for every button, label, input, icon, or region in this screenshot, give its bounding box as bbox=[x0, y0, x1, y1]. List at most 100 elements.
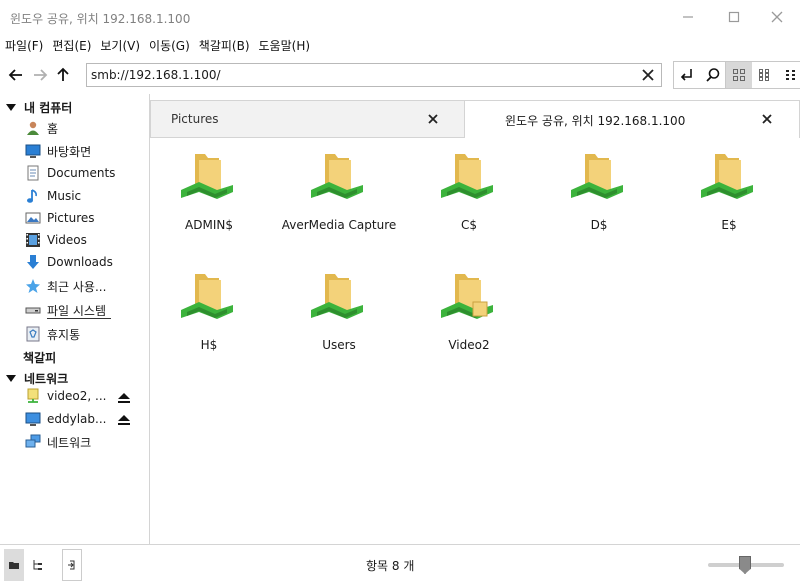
videos-icon bbox=[26, 233, 40, 247]
sidebar-item-desktop[interactable]: 바탕화면 bbox=[25, 141, 145, 161]
go-button[interactable] bbox=[674, 62, 700, 88]
file-item[interactable]: AverMedia Capture bbox=[274, 138, 404, 238]
file-item[interactable]: E$ bbox=[664, 138, 794, 238]
sidebar-item-music[interactable]: Music bbox=[25, 186, 145, 206]
close-window-button[interactable] bbox=[757, 4, 797, 30]
title-bar: 윈도우 공유, 위치 192.168.1.100 bbox=[0, 0, 800, 34]
section-label: 책갈피 bbox=[23, 351, 57, 365]
network-folder-icon bbox=[701, 154, 753, 199]
desktop-icon bbox=[25, 144, 41, 158]
tab-bar: Pictures 윈도우 공유, 위치 192.168.1.100 bbox=[150, 100, 800, 138]
menu-bookmarks[interactable]: 책갈피(B) bbox=[194, 34, 254, 56]
arrow-right-icon bbox=[34, 69, 48, 81]
list-view-button[interactable] bbox=[752, 62, 778, 88]
status-bar: 항목 8 개 bbox=[0, 544, 800, 582]
arrow-left-icon bbox=[8, 69, 22, 81]
sidebar-item-videos[interactable]: Videos bbox=[25, 230, 145, 250]
file-name: ADMIN$ bbox=[185, 218, 233, 232]
menu-file[interactable]: 파일(F) bbox=[0, 34, 47, 56]
sidebar-item-home[interactable]: 홈 bbox=[25, 118, 145, 138]
file-item[interactable]: Users bbox=[274, 258, 404, 358]
maximize-button[interactable] bbox=[714, 4, 754, 30]
tree-icon bbox=[33, 560, 42, 570]
enter-icon bbox=[680, 69, 692, 81]
selection-underline bbox=[47, 318, 111, 319]
documents-icon bbox=[27, 165, 39, 181]
sidebar-item-filesystem[interactable]: 파일 시스템 bbox=[25, 300, 145, 320]
toggle-sidebar-button[interactable] bbox=[62, 549, 82, 581]
forward-button[interactable] bbox=[28, 62, 52, 88]
zoom-slider[interactable] bbox=[708, 555, 784, 575]
sidebar-item-downloads[interactable]: Downloads bbox=[25, 252, 145, 272]
minimize-icon bbox=[683, 16, 693, 18]
network-folder-icon bbox=[571, 154, 623, 199]
file-name: AverMedia Capture bbox=[281, 218, 397, 232]
music-icon bbox=[27, 189, 37, 203]
toolbar: smb://192.168.1.100/ bbox=[0, 58, 800, 92]
sidebar-item-documents[interactable]: Documents bbox=[25, 163, 145, 183]
icon-view-button[interactable] bbox=[726, 62, 752, 88]
show-places-button[interactable] bbox=[4, 549, 24, 581]
close-tab-icon[interactable] bbox=[427, 113, 439, 125]
file-item[interactable]: C$ bbox=[404, 138, 534, 238]
menu-view[interactable]: 보기(V) bbox=[95, 34, 144, 56]
compact-view-icon bbox=[786, 70, 795, 80]
sidebar-toggle-icon bbox=[68, 560, 75, 570]
file-name: E$ bbox=[721, 218, 737, 232]
downloads-icon bbox=[27, 255, 39, 269]
pictures-icon bbox=[25, 212, 41, 224]
menu-bar: 파일(F) 편집(E) 보기(V) 이동(G) 책갈피(B) 도움말(H) bbox=[0, 34, 314, 56]
file-name: Video2 bbox=[448, 338, 490, 352]
address-bar[interactable]: smb://192.168.1.100/ bbox=[86, 63, 662, 87]
compact-view-button[interactable] bbox=[778, 62, 800, 88]
section-label: 내 컴퓨터 bbox=[24, 101, 73, 115]
sidebar-item-pictures[interactable]: Pictures bbox=[25, 208, 145, 228]
eject-icon[interactable] bbox=[117, 392, 131, 404]
file-item[interactable]: Video2 bbox=[404, 258, 534, 358]
address-input[interactable]: smb://192.168.1.100/ bbox=[91, 68, 221, 82]
tab-label: Pictures bbox=[171, 112, 219, 126]
menu-edit[interactable]: 편집(E) bbox=[47, 34, 95, 56]
tab-pictures[interactable]: Pictures bbox=[150, 100, 465, 138]
network-icon bbox=[25, 434, 41, 448]
sidebar-section-bookmarks[interactable]: 책갈피 bbox=[6, 349, 56, 366]
network-folder-icon bbox=[181, 154, 233, 199]
menu-help[interactable]: 도움말(H) bbox=[254, 34, 315, 56]
eject-icon[interactable] bbox=[117, 414, 131, 426]
up-button[interactable] bbox=[51, 62, 75, 88]
recent-icon bbox=[26, 279, 40, 293]
slider-thumb[interactable] bbox=[739, 556, 751, 574]
show-tree-button[interactable] bbox=[28, 549, 48, 581]
tab-windows-share[interactable]: 윈도우 공유, 위치 192.168.1.100 bbox=[465, 100, 800, 138]
close-tab-icon[interactable] bbox=[761, 113, 773, 125]
search-button[interactable] bbox=[700, 62, 726, 88]
section-label: 네트워크 bbox=[24, 372, 69, 386]
search-icon bbox=[706, 68, 720, 82]
sidebar-section-network[interactable]: 네트워크 bbox=[6, 370, 68, 387]
item-count: 항목 8 개 bbox=[366, 559, 415, 573]
file-name: H$ bbox=[200, 338, 218, 352]
minimize-button[interactable] bbox=[668, 4, 708, 30]
menu-go[interactable]: 이동(G) bbox=[144, 34, 194, 56]
expand-triangle-icon bbox=[6, 375, 16, 382]
file-name: Users bbox=[322, 338, 356, 352]
network-folder-icon bbox=[311, 274, 363, 319]
computer-icon bbox=[25, 412, 41, 426]
sidebar-item-trash[interactable]: 휴지통 bbox=[25, 324, 145, 344]
clear-address-icon[interactable] bbox=[641, 68, 655, 82]
network-folder-icon bbox=[441, 154, 493, 199]
sidebar-item-network[interactable]: 네트워크 bbox=[25, 432, 145, 452]
sidebar-section-computer[interactable]: 내 컴퓨터 bbox=[6, 99, 72, 116]
file-item[interactable]: D$ bbox=[534, 138, 664, 238]
folder-small-icon bbox=[9, 562, 19, 569]
trash-icon bbox=[26, 326, 40, 342]
back-button[interactable] bbox=[4, 62, 28, 88]
grid-view-icon bbox=[733, 69, 745, 81]
file-item[interactable]: H$ bbox=[144, 258, 274, 358]
sidebar-item-recent[interactable]: 최근 사용... bbox=[25, 276, 145, 296]
file-item[interactable]: ADMIN$ bbox=[144, 138, 274, 238]
network-folder-icon bbox=[181, 274, 233, 319]
close-icon bbox=[771, 11, 783, 23]
arrow-up-icon bbox=[57, 67, 69, 81]
file-name: D$ bbox=[590, 218, 608, 232]
